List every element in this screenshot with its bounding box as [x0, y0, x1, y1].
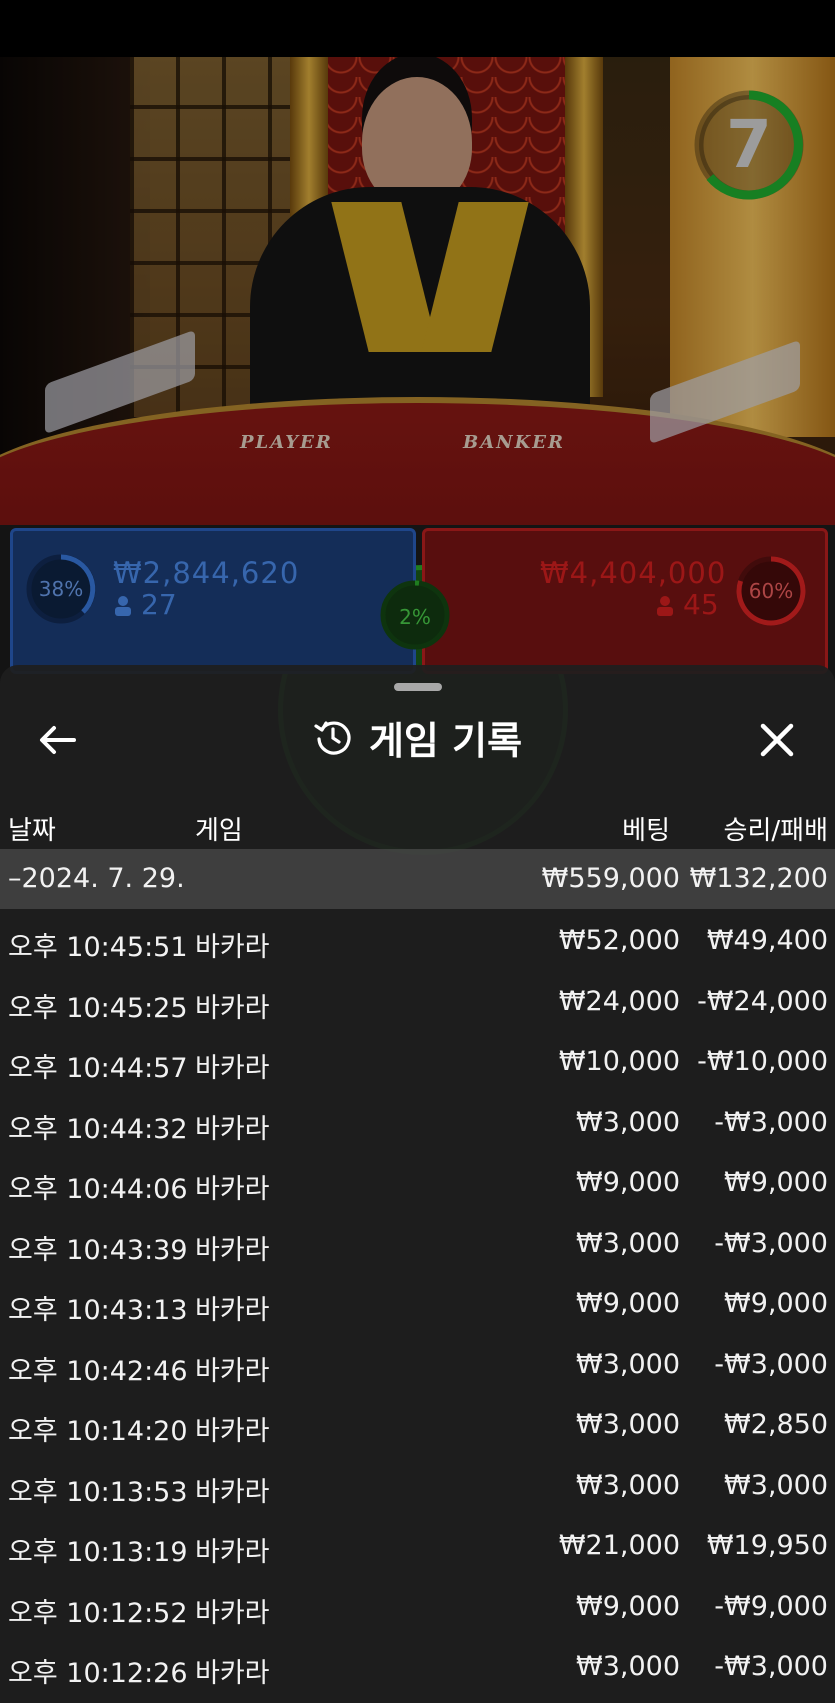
- row-game: 바카라: [195, 992, 270, 1024]
- row-result: -₩3,000: [714, 1227, 828, 1259]
- row-bet: ₩3,000: [576, 1469, 680, 1501]
- row-game: 바카라: [195, 932, 270, 963]
- row-time: 오후 10:12:26: [8, 1658, 188, 1689]
- row-result: -₩3,000: [714, 1106, 828, 1138]
- row-result: ₩19,950: [706, 1530, 828, 1561]
- row-time: 오후 10:12:52: [8, 1597, 188, 1629]
- arrow-left-icon: [40, 726, 76, 754]
- column-header-result: 승리/패배: [723, 816, 828, 846]
- history-row[interactable]: 오후 10:13:53 바카라 ₩3,000 ₩3,000: [0, 1456, 835, 1516]
- row-time: 오후 10:43:13: [8, 1295, 188, 1326]
- row-game: 바카라: [195, 1355, 270, 1387]
- sheet-drag-handle[interactable]: [394, 683, 442, 691]
- row-result: ₩49,400: [706, 925, 828, 956]
- row-game: 바카라: [195, 1476, 270, 1508]
- history-row[interactable]: 오후 10:45:51 바카라 ₩52,000 ₩49,400: [0, 911, 835, 971]
- row-time: 오후 10:14:20: [8, 1416, 188, 1447]
- row-bet: ₩9,000: [576, 1167, 680, 1198]
- history-row[interactable]: 오후 10:43:39 바카라 ₩3,000 -₩3,000: [0, 1214, 835, 1274]
- row-time: 오후 10:45:51: [8, 932, 188, 963]
- row-time: 오후 10:43:39: [8, 1234, 188, 1266]
- sheet-title: 게임 기록: [368, 718, 523, 763]
- row-time: 오후 10:13:19: [8, 1537, 188, 1568]
- row-result: ₩9,000: [724, 1167, 828, 1198]
- history-row[interactable]: 오후 10:12:26 바카라 ₩3,000 -₩3,000: [0, 1637, 835, 1697]
- row-game: 바카라: [195, 1597, 270, 1629]
- row-game: 바카라: [195, 1537, 270, 1568]
- column-header-bet: 베팅: [622, 816, 670, 846]
- back-button[interactable]: [33, 715, 83, 765]
- row-result: ₩3,000: [724, 1469, 828, 1501]
- column-header-game: 게임: [195, 816, 243, 846]
- row-bet: ₩9,000: [576, 1288, 680, 1319]
- history-icon: [314, 721, 351, 755]
- row-bet: ₩10,000: [558, 1046, 680, 1077]
- row-bet: ₩3,000: [576, 1348, 680, 1380]
- history-row[interactable]: 오후 10:12:52 바카라 ₩9,000 -₩9,000: [0, 1577, 835, 1637]
- history-row[interactable]: 오후 10:45:25 바카라 ₩24,000 -₩24,000: [0, 972, 835, 1032]
- row-game: 바카라: [195, 1658, 270, 1689]
- row-bet: ₩3,000: [576, 1409, 680, 1440]
- summary-result-total: ₩132,200: [689, 863, 828, 894]
- row-game: 바카라: [195, 1295, 270, 1326]
- sheet-header: 게임 기록: [0, 705, 835, 769]
- history-row[interactable]: 오후 10:13:19 바카라 ₩21,000 ₩19,950: [0, 1516, 835, 1576]
- row-game: 바카라: [195, 1234, 270, 1266]
- row-result: -₩9,000: [714, 1590, 828, 1622]
- row-bet: ₩21,000: [558, 1530, 680, 1561]
- history-row[interactable]: 오후 10:14:20 바카라 ₩3,000 ₩2,850: [0, 1395, 835, 1455]
- row-result: ₩9,000: [724, 1288, 828, 1319]
- history-row[interactable]: 오후 10:44:06 바카라 ₩9,000 ₩9,000: [0, 1153, 835, 1213]
- row-result: -₩24,000: [697, 985, 828, 1017]
- row-bet: ₩52,000: [558, 925, 680, 956]
- row-time: 오후 10:44:32: [8, 1113, 188, 1145]
- row-game: 바카라: [195, 1174, 270, 1205]
- row-time: 오후 10:42:46: [8, 1355, 188, 1387]
- row-bet: ₩9,000: [576, 1590, 680, 1622]
- column-header-date: 날짜: [8, 816, 56, 846]
- row-time: 오후 10:13:53: [8, 1476, 188, 1508]
- row-bet: ₩24,000: [558, 985, 680, 1017]
- history-row[interactable]: 오후 10:44:32 바카라 ₩3,000 -₩3,000: [0, 1093, 835, 1153]
- history-row[interactable]: 오후 10:42:46 바카라 ₩3,000 -₩3,000: [0, 1335, 835, 1395]
- row-bet: ₩3,000: [576, 1227, 680, 1259]
- row-time: 오후 10:44:06: [8, 1174, 188, 1205]
- close-button[interactable]: [752, 715, 802, 765]
- row-game: 바카라: [195, 1053, 270, 1084]
- history-row[interactable]: 오후 10:44:57 바카라 ₩10,000 -₩10,000: [0, 1032, 835, 1092]
- row-game: 바카라: [195, 1113, 270, 1145]
- row-game: 바카라: [195, 1416, 270, 1447]
- date-summary-row[interactable]: –2024. 7. 29. ₩559,000 ₩132,200: [0, 849, 835, 909]
- row-result: ₩2,850: [724, 1409, 828, 1440]
- summary-date: –2024. 7. 29.: [8, 863, 185, 894]
- row-time: 오후 10:44:57: [8, 1053, 188, 1084]
- history-row[interactable]: 오후 10:43:13 바카라 ₩9,000 ₩9,000: [0, 1274, 835, 1334]
- row-bet: ₩3,000: [576, 1651, 680, 1682]
- close-icon: [760, 723, 794, 757]
- row-time: 오후 10:45:25: [8, 992, 188, 1024]
- row-result: -₩3,000: [714, 1348, 828, 1380]
- row-bet: ₩3,000: [576, 1106, 680, 1138]
- summary-bet-total: ₩559,000: [541, 863, 680, 894]
- row-result: -₩10,000: [697, 1046, 828, 1077]
- row-result: -₩3,000: [714, 1651, 828, 1682]
